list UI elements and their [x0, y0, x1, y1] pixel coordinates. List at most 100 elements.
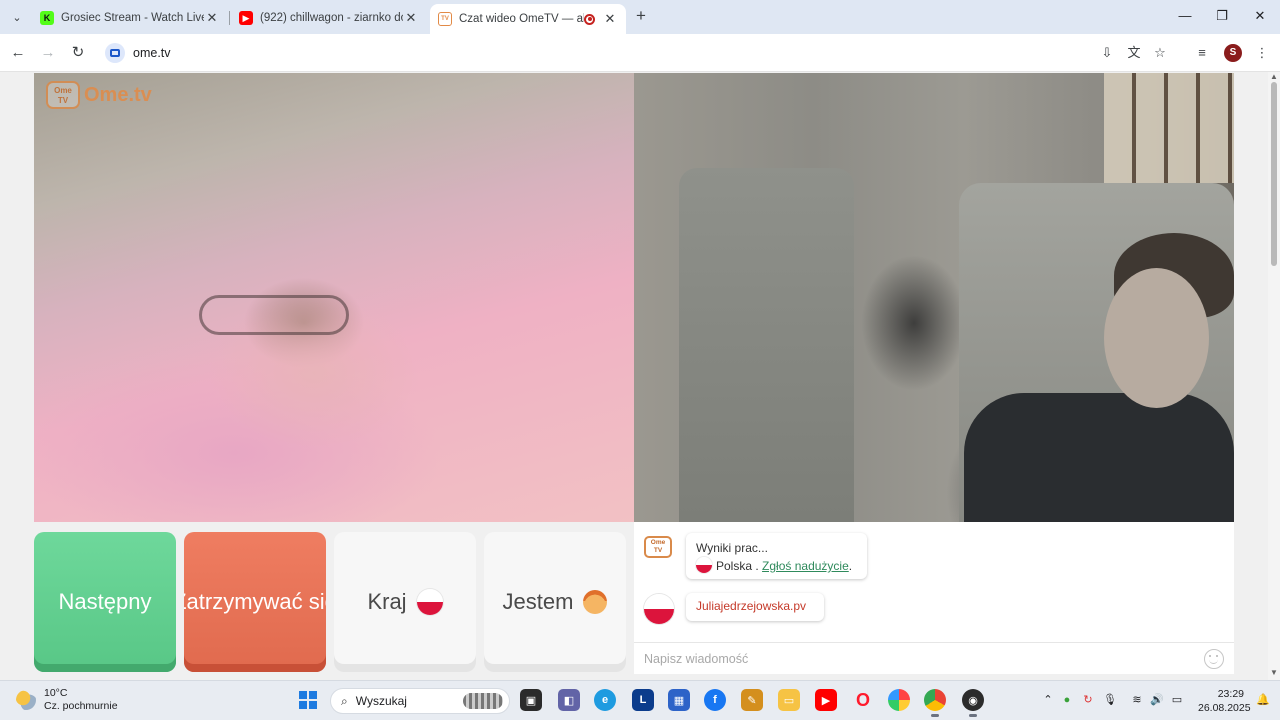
chat-input-bar: [634, 642, 1234, 674]
site-info-icon[interactable]: [105, 43, 125, 63]
media-control-icon[interactable]: ≡: [1194, 45, 1210, 61]
emoji-icon[interactable]: [1204, 648, 1224, 669]
arrow-right-icon: →: [40, 44, 56, 61]
ometv-bot-icon: Ome TV: [644, 536, 672, 558]
bookmark-star-icon[interactable]: ☆: [1152, 45, 1168, 61]
files-icon[interactable]: ✎: [741, 689, 763, 711]
l-app-icon[interactable]: L: [632, 689, 654, 711]
poland-flag-icon: [416, 589, 443, 615]
clock-time: 23:29: [1217, 688, 1244, 700]
scroll-thumb[interactable]: [1271, 82, 1277, 266]
close-window-button[interactable]: ✕: [1250, 8, 1270, 26]
camera-feed-detail: [964, 393, 1234, 522]
menu-kebab-icon[interactable]: ⋮: [1254, 45, 1270, 61]
obs-icon[interactable]: ◉: [962, 689, 984, 717]
task-view-icon[interactable]: ▣: [520, 689, 542, 711]
forward-button[interactable]: →: [39, 44, 57, 62]
tray-sync-icon[interactable]: ↻: [1081, 693, 1095, 707]
chevron-up-icon[interactable]: ⌃: [1041, 693, 1055, 707]
gender-button-label: Jestem: [502, 589, 574, 614]
photos-icon[interactable]: [888, 689, 910, 711]
chevron-down-icon: ⌄: [12, 11, 22, 24]
camera-feed-detail: [1104, 268, 1209, 408]
windows-start-icon[interactable]: [297, 689, 319, 711]
url-text[interactable]: ome.tv: [133, 46, 171, 60]
close-icon[interactable]: ✕: [204, 10, 220, 26]
gender-select-button[interactable]: Jestem: [484, 532, 626, 672]
tab-youtube-chillwagon[interactable]: ▶ (922) chillwagon - ziarnko do zi ✕: [231, 4, 427, 32]
country-filter-button[interactable]: Kraj: [334, 532, 476, 672]
camera-feed-detail: [1104, 73, 1234, 183]
close-icon: ✕: [1254, 8, 1266, 23]
stop-button[interactable]: Zatrzymywać się: [184, 532, 326, 672]
ometv-logo: Ome TV Ome.tv: [46, 81, 152, 109]
camera-feed-detail: [679, 168, 854, 522]
report-abuse-link[interactable]: Zgłoś nadużycie: [762, 559, 849, 573]
scroll-up-icon[interactable]: ▲: [1268, 72, 1280, 81]
minimize-button[interactable]: —: [1175, 8, 1195, 26]
taskbar-search[interactable]: ⌕ Wyszukaj: [330, 688, 510, 714]
tab-divider: [229, 11, 230, 25]
partner-flag-icon: [644, 594, 674, 624]
new-tab-button[interactable]: +: [632, 7, 650, 25]
separator: .: [752, 559, 763, 573]
system-message-title: Wyniki prac...: [696, 541, 768, 555]
weather-text: 10°C Cz. pochmurnie: [44, 687, 118, 713]
reload-button[interactable]: ↻: [69, 44, 87, 62]
address-bar[interactable]: ome.tv: [100, 39, 1185, 67]
local-camera-video: Ome TV Ome.tv: [34, 73, 634, 522]
teams-icon[interactable]: ◧: [558, 689, 580, 711]
close-icon[interactable]: ✕: [602, 11, 618, 27]
boy-emoji-icon: [583, 590, 608, 614]
store-icon[interactable]: ▦: [668, 689, 690, 711]
opera-icon[interactable]: O: [852, 689, 874, 711]
next-button[interactable]: Następny: [34, 532, 176, 672]
windows-taskbar: 10°C Cz. pochmurnie ⌕ Wyszukaj ▣ ◧ e L ▦…: [0, 680, 1280, 720]
volume-icon[interactable]: 🔊: [1150, 693, 1164, 707]
system-message: Wyniki prac... Polska . Zgłoś nadużycie.: [686, 533, 867, 579]
page-scrollbar[interactable]: ▲ ▼: [1268, 72, 1280, 680]
country-name: Polska: [716, 559, 753, 573]
poland-flag-icon: [696, 557, 712, 573]
recording-icon: [584, 13, 595, 25]
edge-icon[interactable]: e: [594, 689, 616, 711]
tray-app-icon[interactable]: ●: [1060, 693, 1074, 707]
search-icon: ⌕: [341, 693, 348, 708]
period: .: [848, 559, 853, 573]
search-highlight-icon: [463, 693, 503, 709]
chat-message-input[interactable]: [634, 651, 1204, 666]
facebook-icon[interactable]: f: [704, 689, 726, 711]
translate-icon[interactable]: 文: [1126, 45, 1142, 61]
k-logo-icon: K: [40, 11, 54, 25]
back-button[interactable]: ←: [9, 44, 27, 62]
install-app-icon[interactable]: ⇩: [1099, 45, 1115, 61]
tab-search-button[interactable]: ⌄: [6, 6, 28, 28]
explorer-icon[interactable]: ▭: [778, 689, 800, 711]
scroll-down-icon[interactable]: ▼: [1268, 668, 1280, 677]
microphone-icon[interactable]: 🎙: [1103, 693, 1117, 707]
close-icon[interactable]: ✕: [403, 10, 419, 26]
logo-text: Ome.tv: [84, 83, 152, 106]
battery-icon[interactable]: ▭: [1170, 693, 1184, 707]
restore-button[interactable]: ❐: [1212, 8, 1232, 26]
wifi-icon[interactable]: ≋: [1130, 693, 1144, 707]
arrow-left-icon: ←: [10, 44, 26, 61]
plus-icon: +: [636, 6, 646, 25]
tab-title: Czat wideo OmeTV — altern: [459, 13, 584, 25]
youtube-icon[interactable]: ▶: [815, 689, 837, 711]
profile-avatar[interactable]: S: [1224, 44, 1242, 62]
weather-widget[interactable]: 10°C Cz. pochmurnie: [16, 687, 118, 713]
restore-icon: ❐: [1216, 8, 1228, 23]
remote-partner-video: [634, 73, 1234, 522]
tab-grosiec-stream[interactable]: K Grosiec Stream - Watch Live on ✕: [32, 4, 228, 32]
tab-ometv[interactable]: TV Czat wideo OmeTV — altern ✕: [430, 4, 626, 34]
notification-bell-icon[interactable]: 🔔: [1256, 693, 1270, 707]
chrome-icon[interactable]: [924, 689, 946, 717]
weather-desc: Cz. pochmurnie: [44, 700, 118, 712]
ometv-page: Ome TV Ome.tv Następny Zatrzymywać się K…: [0, 72, 1268, 680]
partly-cloudy-icon: [16, 690, 36, 710]
chat-panel: Ome TV Wyniki prac... Polska . Zgłoś nad…: [634, 522, 1234, 674]
clock-date: 26.08.2025: [1198, 702, 1251, 714]
taskbar-clock[interactable]: 23:29 26.08.2025: [1198, 687, 1251, 715]
camera-feed-detail: [199, 295, 349, 335]
